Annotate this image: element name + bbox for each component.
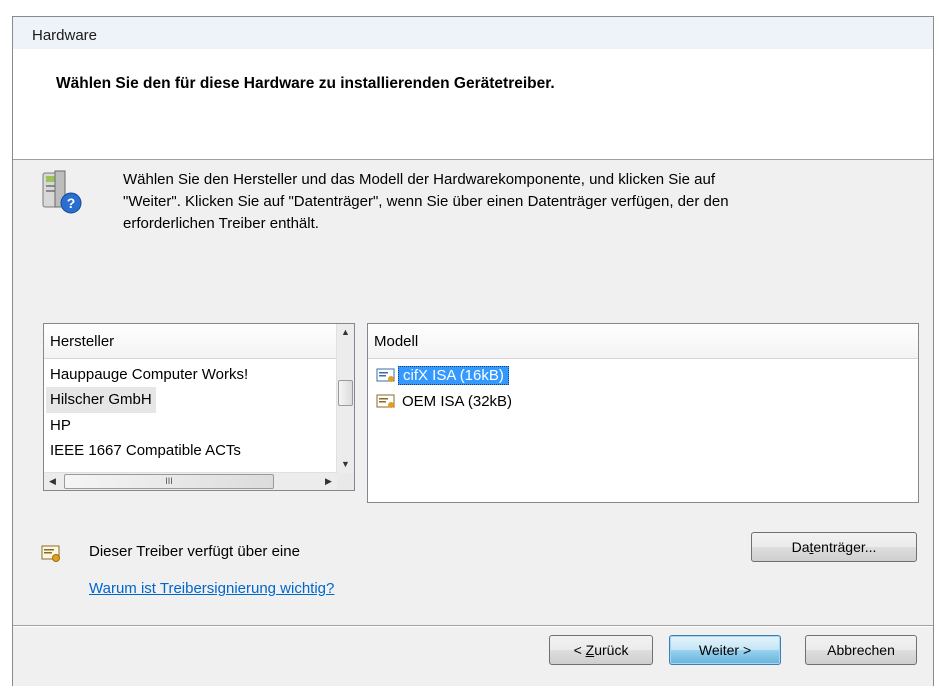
- cancel-button[interactable]: Abbrechen: [805, 635, 917, 665]
- manufacturer-vertical-scrollbar[interactable]: ▲ ▼: [336, 324, 354, 473]
- model-label: OEM ISA (32kB): [402, 393, 513, 410]
- signed-driver-icon: [376, 394, 395, 409]
- scroll-left-icon[interactable]: ◀: [44, 473, 61, 490]
- disk-label-part: enträger...: [813, 539, 877, 555]
- disk-label-part: Da: [791, 539, 810, 555]
- list-item-hilscher[interactable]: Hilscher GmbH: [46, 387, 156, 413]
- list-item-cifx-isa[interactable]: cifX ISA (16kB): [376, 364, 509, 388]
- window-title: Hardware: [32, 27, 98, 44]
- hardware-question-icon: ?: [42, 170, 82, 214]
- page-heading: Wählen Sie den für diese Hardware zu ins…: [56, 75, 555, 92]
- dialog-window: Hardware Wählen Sie den für diese Hardwa…: [12, 16, 934, 686]
- scroll-corner: [337, 473, 354, 490]
- back-label-part: urück: [594, 642, 629, 658]
- manufacturer-column-header[interactable]: Hersteller: [44, 324, 337, 359]
- signed-driver-icon: [376, 368, 395, 383]
- title-bar: Hardware: [13, 17, 933, 50]
- scroll-right-icon[interactable]: ▶: [320, 473, 337, 490]
- vertical-scroll-thumb[interactable]: [338, 380, 353, 406]
- svg-text:?: ?: [67, 195, 76, 211]
- next-button[interactable]: Weiter >: [669, 635, 781, 665]
- scroll-down-icon[interactable]: ▼: [337, 456, 354, 473]
- horizontal-scroll-thumb[interactable]: III: [64, 474, 274, 489]
- manufacturer-header-label: Hersteller: [50, 333, 115, 350]
- model-list[interactable]: Modell cifX ISA (16kB) OEM ISA (32kB): [367, 323, 919, 503]
- model-label: cifX ISA (16kB): [398, 366, 509, 385]
- list-item-hauppauge[interactable]: Hauppauge Computer Works!: [50, 362, 248, 388]
- signature-status-text: Dieser Treiber verfügt über eine: [89, 543, 300, 560]
- intro-line-2: "Weiter". Klicken Sie auf "Datenträger",…: [123, 193, 729, 210]
- list-item-oem-isa[interactable]: OEM ISA (32kB): [376, 390, 516, 414]
- have-disk-button[interactable]: Datenträger...: [751, 532, 917, 562]
- back-label-accel: Z: [585, 642, 595, 658]
- back-label-part: <: [573, 642, 586, 658]
- footer-separator: [13, 625, 933, 627]
- manufacturer-horizontal-scrollbar[interactable]: ◀ III ▶: [44, 472, 337, 490]
- intro-text: Wählen Sie den Hersteller und das Modell…: [123, 169, 893, 235]
- intro-line-1: Wählen Sie den Hersteller und das Modell…: [123, 171, 715, 188]
- model-header-label: Modell: [374, 333, 419, 350]
- intro-line-3: erforderlichen Treiber enthält.: [123, 215, 319, 232]
- list-item-ieee[interactable]: IEEE 1667 Compatible ACTs: [50, 438, 241, 464]
- scroll-grip: III: [165, 476, 173, 486]
- model-column-header[interactable]: Modell: [368, 324, 918, 359]
- header-panel: Wählen Sie den für diese Hardware zu ins…: [13, 49, 933, 160]
- signed-driver-icon: [41, 545, 60, 562]
- back-button[interactable]: < Zurück: [549, 635, 653, 665]
- manufacturer-list[interactable]: Hersteller Hauppauge Computer Works! Hil…: [43, 323, 355, 491]
- list-item-hp[interactable]: HP: [50, 413, 71, 439]
- driver-signing-link[interactable]: Warum ist Treibersignierung wichtig?: [89, 580, 334, 597]
- scroll-up-icon[interactable]: ▲: [337, 324, 354, 341]
